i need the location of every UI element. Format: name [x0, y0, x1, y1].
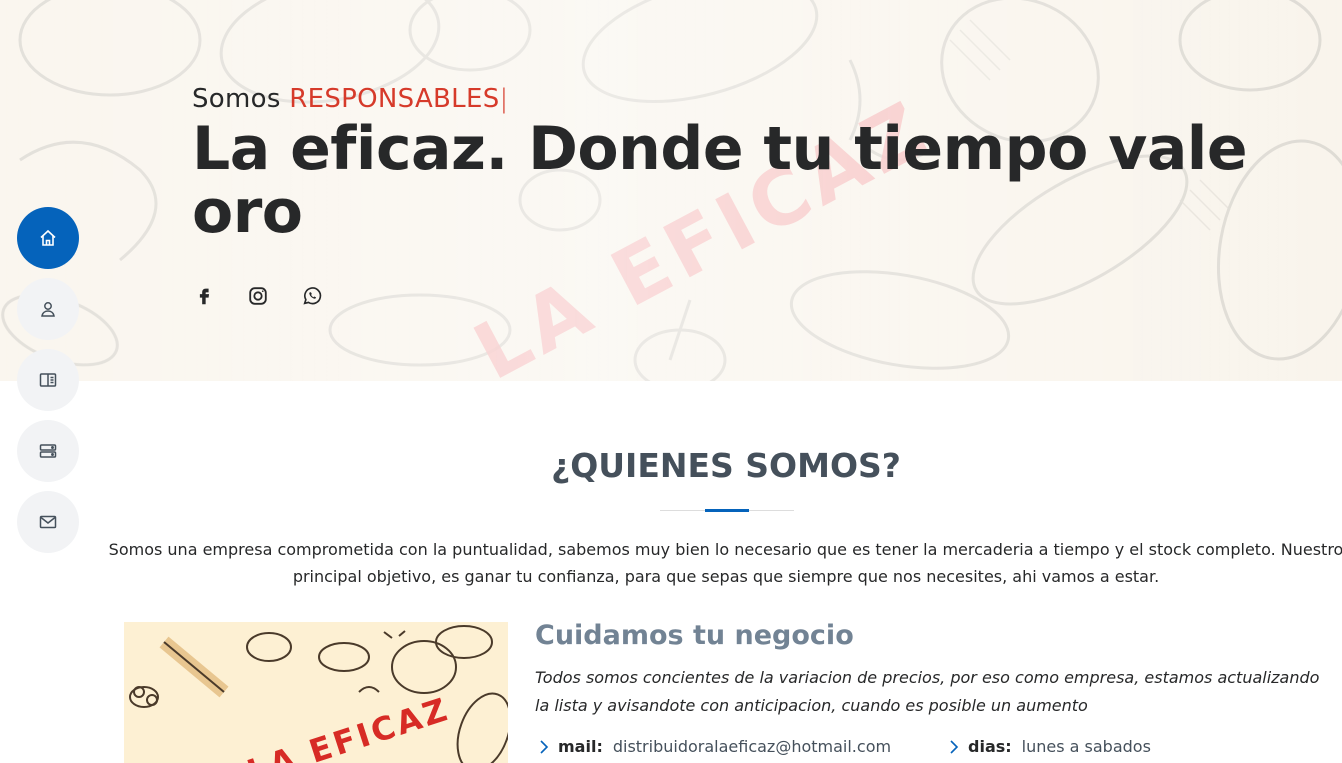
- file-rich-text-icon: [39, 373, 57, 387]
- hero-section: LA EFICAZ Somos RESPONSABLES| La eficaz.…: [0, 0, 1342, 381]
- facebook-link[interactable]: [192, 284, 216, 308]
- whatsapp-icon: [303, 287, 322, 305]
- chevron-right-icon: [540, 739, 549, 754]
- nav-contact[interactable]: [17, 491, 79, 553]
- typed-caret: |: [499, 84, 509, 114]
- info-mail: mail: distribuidoralaeficaz@hotmail.com: [538, 737, 891, 756]
- whatsapp-link[interactable]: [300, 284, 324, 308]
- about-description: Todos somos concientes de la variacion d…: [535, 668, 1320, 715]
- about-intro: Somos una empresa comprometida con la pu…: [108, 540, 1342, 586]
- nav-home[interactable]: [17, 207, 79, 269]
- hero-title: La eficaz. Donde tu tiempo vale oro: [192, 114, 1248, 247]
- food-sketch-image: LA EFICAZ: [124, 622, 508, 763]
- info-label: mail:: [558, 737, 603, 756]
- info-value: distribuidoralaeficaz@hotmail.com: [612, 737, 892, 756]
- about-heading: Cuidamos tu negocio: [535, 620, 854, 651]
- info-label: dias:: [968, 737, 1012, 756]
- nav-about[interactable]: [17, 278, 79, 340]
- info-value: lunes a sabados: [1021, 737, 1151, 756]
- facebook-icon: [199, 288, 210, 305]
- instagram-link[interactable]: [246, 284, 270, 308]
- hero-subtitle: Somos RESPONSABLES|: [192, 84, 1312, 114]
- social-links: [192, 284, 324, 308]
- typed-highlight: RESPONSABLES: [289, 84, 500, 114]
- hero-content: Somos RESPONSABLES| La eficaz. Donde tu …: [192, 84, 1312, 244]
- info-days: dias: lunes a sabados: [948, 737, 1151, 756]
- envelope-icon: [39, 515, 57, 529]
- instagram-icon: [249, 287, 267, 305]
- person-icon: [41, 302, 55, 317]
- nav-resume[interactable]: [17, 349, 79, 411]
- about-title: ¿QUIENES SOMOS?: [551, 446, 901, 485]
- title-divider-accent: [705, 509, 749, 512]
- chevron-right-icon: [950, 739, 959, 754]
- about-image: LA EFICAZ: [124, 622, 508, 763]
- side-navigation: [17, 207, 79, 562]
- home-icon: [40, 229, 56, 246]
- subtitle-prefix: Somos: [192, 84, 281, 114]
